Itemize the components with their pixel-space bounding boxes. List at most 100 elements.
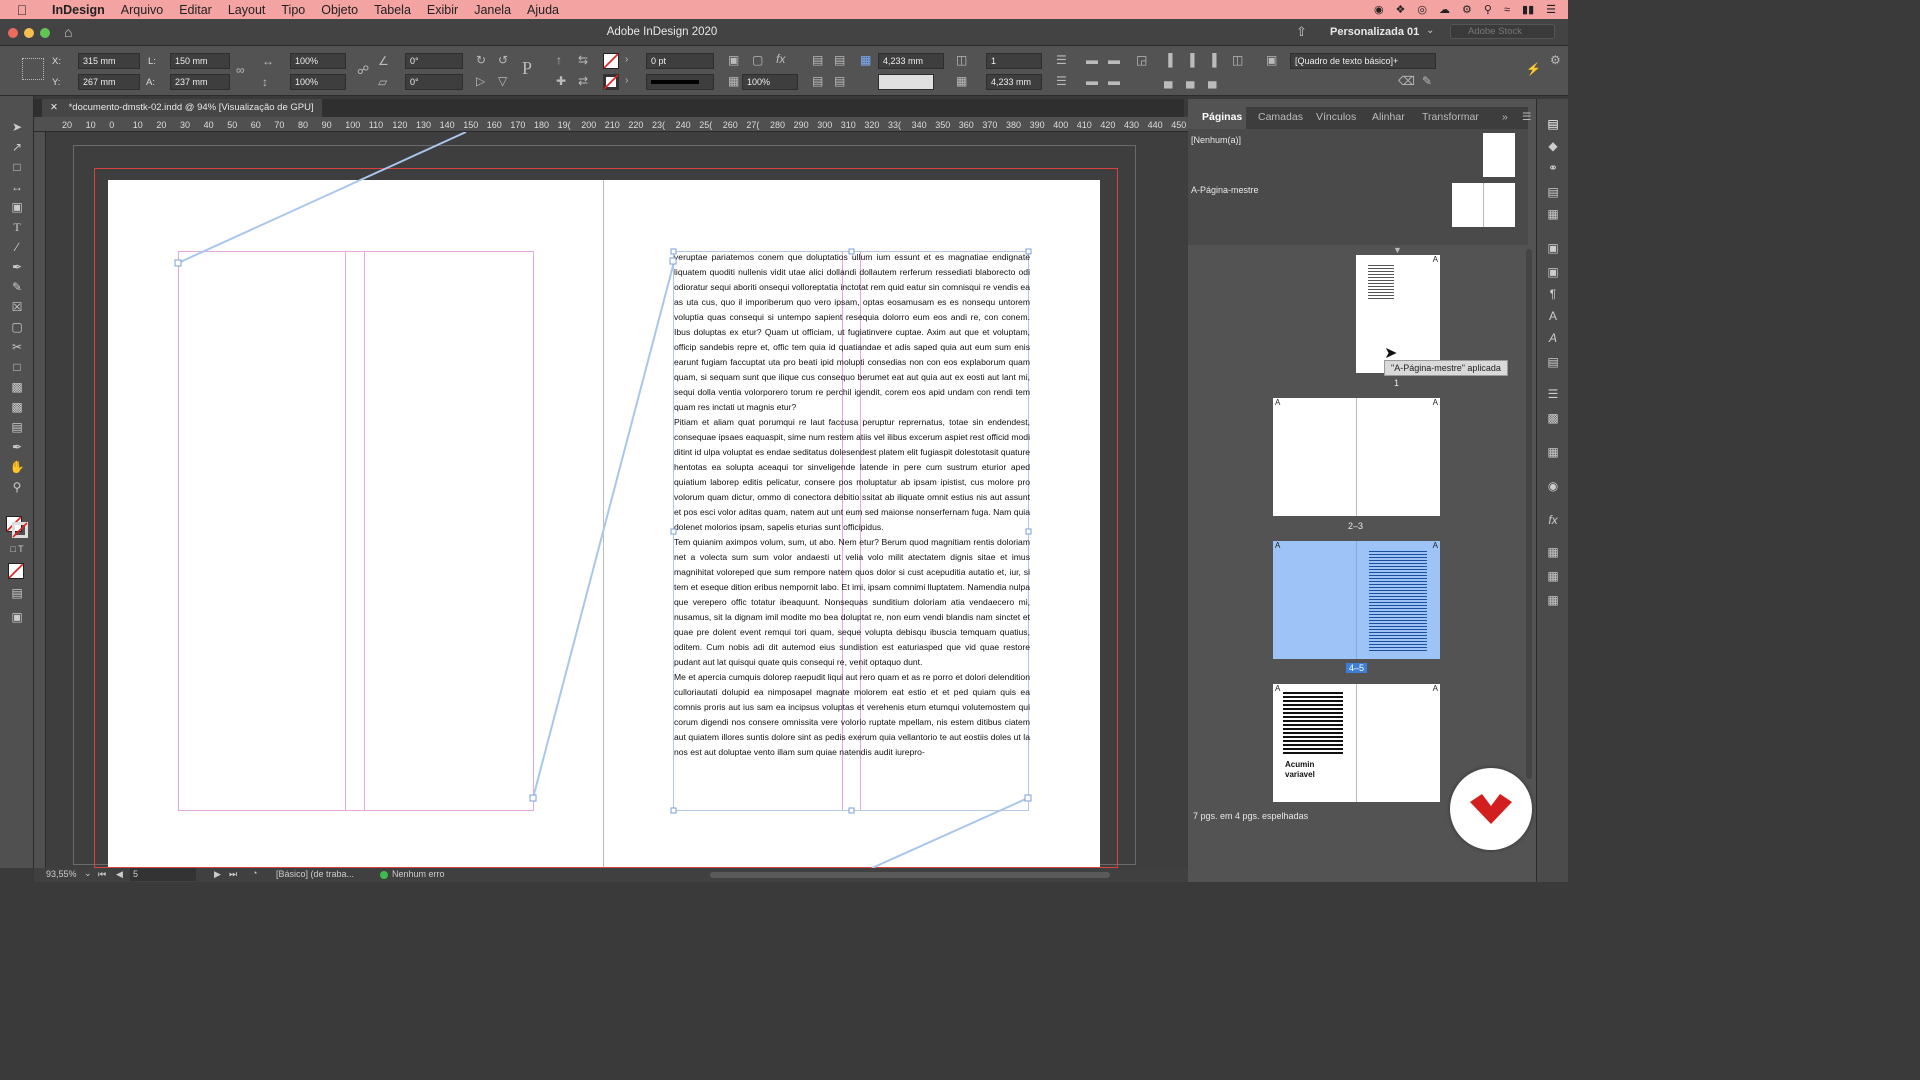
spread-2-3-thumb[interactable]: A A — [1273, 398, 1440, 516]
drop-shadow-icon[interactable]: ▢ — [752, 53, 763, 67]
stroke-swatch[interactable] — [603, 74, 619, 90]
zoom-level[interactable]: 93,55% — [46, 869, 77, 879]
justify-vertical-icon[interactable]: ▤ — [834, 74, 845, 88]
effects-icon[interactable]: fx — [776, 52, 785, 66]
panel-scrollbar[interactable] — [1526, 249, 1532, 779]
preflight-icon[interactable]: ◔ — [252, 868, 257, 878]
gutter-field[interactable]: 4,233 mm — [986, 74, 1042, 90]
align-panel-icon[interactable]: ▤ — [1545, 185, 1561, 201]
auto-fit-icon[interactable]: ◲ — [1136, 53, 1147, 67]
y-field[interactable]: 267 mm — [78, 74, 140, 90]
gradient-panel-icon[interactable]: ▩ — [1545, 411, 1561, 427]
stroke-panel-icon[interactable]: ☰ — [1545, 387, 1561, 403]
rotation-field[interactable]: 0° — [405, 53, 463, 69]
swatches-panel-icon[interactable]: ▦ — [1545, 445, 1561, 461]
rotate-ccw-icon[interactable]: ↺ — [498, 53, 508, 67]
scale-y-field[interactable]: 100% — [290, 74, 346, 90]
document-tab[interactable]: ✕ *documento-dmstk-02.indd @ 94% [Visual… — [42, 99, 322, 117]
hand-tool-icon[interactable]: ✋ — [8, 460, 26, 476]
fitting-icon[interactable]: ▣ — [728, 53, 739, 67]
empty-text-frame[interactable] — [178, 251, 534, 811]
shear-field[interactable]: 0° — [405, 74, 463, 90]
menu-objeto[interactable]: Objeto — [313, 3, 366, 17]
wifi-icon[interactable]: ≈ — [1504, 4, 1510, 16]
spread-4-5-thumb[interactable]: A A — [1273, 541, 1440, 659]
object-style-select[interactable]: [Quadro de texto básico]+ — [1290, 53, 1436, 69]
apply-none-icon[interactable] — [8, 563, 24, 579]
menu-ajuda[interactable]: Ajuda — [519, 3, 567, 17]
text-wrap-1-icon[interactable]: ▬ — [1086, 53, 1098, 67]
note-tool-icon[interactable]: ▤ — [8, 420, 26, 436]
horizontal-ruler[interactable]: 20 10 0 10 20 30 40 50 60 70 80 90 100 110 120 130 140 15… — [34, 117, 1188, 132]
last-page-icon[interactable]: ⏭ — [229, 869, 237, 880]
menu-editar[interactable]: Editar — [171, 3, 220, 17]
vertical-ruler[interactable] — [34, 132, 46, 868]
page-number-field[interactable]: 5 — [130, 868, 196, 881]
apple-icon[interactable]:  — [0, 2, 44, 18]
adobe-stock-search[interactable]: Adobe Stock — [1450, 24, 1555, 39]
select-previous-icon[interactable]: ⇆ — [578, 53, 588, 67]
inset-top-field[interactable]: 4,233 mm — [878, 53, 944, 69]
align-bottom-edges-icon[interactable]: ▄ — [1208, 74, 1217, 88]
master-none-label[interactable]: [Nenhum(a)] — [1191, 135, 1241, 145]
tab-camadas[interactable]: Camadas — [1258, 111, 1303, 123]
height-field[interactable]: 237 mm — [170, 74, 230, 90]
character-panel-icon[interactable]: A — [1545, 309, 1561, 325]
content-collector-icon[interactable]: ▣ — [8, 200, 26, 216]
previous-page-icon[interactable]: ◀ — [116, 869, 123, 880]
align-center-icon[interactable]: ▤ — [834, 53, 845, 67]
type-tool-icon[interactable]: T — [8, 220, 26, 236]
select-container-icon[interactable]: ↑ — [556, 53, 562, 67]
cell-styles-icon[interactable]: ▦ — [1545, 593, 1561, 609]
align-h-centers-icon[interactable]: ▐ — [1186, 53, 1195, 67]
cloud-icon[interactable]: ☁ — [1439, 3, 1450, 16]
text-wrap-panel-icon[interactable]: ▤ — [1545, 355, 1561, 371]
creative-cloud-icon[interactable]: ◎ — [1417, 3, 1427, 16]
chevron-down-icon[interactable]: ⌄ — [1426, 25, 1434, 36]
align-right-edges-icon[interactable]: ▐ — [1208, 53, 1217, 67]
tab-transformar[interactable]: Transformar — [1422, 111, 1479, 123]
view-mode-icon[interactable]: ▣ — [8, 610, 26, 626]
align-to-icon[interactable]: ◫ — [1232, 53, 1243, 67]
menu-tipo[interactable]: Tipo — [273, 3, 313, 17]
page-tool-icon[interactable]: □ — [8, 160, 26, 176]
text-inset-icon[interactable]: ▦ — [860, 53, 871, 67]
table-styles-icon[interactable]: ▦ — [1545, 569, 1561, 585]
align-top-edges-icon[interactable]: ▄ — [1164, 74, 1173, 88]
text-wrap-3-icon[interactable]: ▬ — [1086, 74, 1098, 88]
pasteboard[interactable]: veruptae pariatemos conem que doluptatio… — [46, 132, 1188, 868]
selection-tool-icon[interactable]: ➤ — [8, 120, 26, 136]
control-center-icon[interactable]: ☰ — [1546, 3, 1556, 16]
first-page-icon[interactable]: ⏮ — [98, 869, 106, 880]
menu-tabela[interactable]: Tabela — [366, 3, 419, 17]
clear-overrides-icon[interactable]: ⌫ — [1398, 74, 1415, 88]
tab-alinhar[interactable]: Alinhar — [1372, 111, 1405, 123]
color-panel-icon[interactable]: ◉ — [1545, 479, 1561, 495]
tab-vinculos[interactable]: Vínculos — [1316, 111, 1356, 123]
story-text[interactable]: veruptae pariatemos conem que doluptatio… — [674, 250, 1030, 760]
character-styles-icon[interactable]: ▣ — [1545, 241, 1561, 257]
stroke-chevron-icon[interactable]: › — [625, 75, 628, 86]
panel-collapse-icon[interactable]: » — [1502, 111, 1508, 123]
flip-vertical-icon[interactable]: ▽ — [498, 74, 507, 88]
preflight-status[interactable]: Nenhum erro — [392, 869, 445, 879]
next-page-icon[interactable]: ▶ — [214, 869, 221, 880]
dropbox-icon[interactable]: ❖ — [1396, 3, 1406, 16]
rotate-cw-icon[interactable]: ↻ — [476, 53, 486, 67]
paragraph-panel-icon[interactable]: ¶ — [1545, 287, 1561, 303]
pages-panel-icon[interactable]: ▤ — [1545, 117, 1561, 133]
fill-swatch[interactable] — [603, 53, 619, 69]
align-top-icon[interactable]: ▤ — [812, 53, 823, 67]
width-field[interactable]: 150 mm — [170, 53, 230, 69]
zoom-tool-icon[interactable]: ⚲ — [8, 480, 26, 496]
zoom-chevron-icon[interactable]: ⌄ — [84, 868, 92, 879]
rectangle-tool-icon[interactable]: ▢ — [8, 320, 26, 336]
close-tab-icon[interactable]: ✕ — [50, 102, 58, 113]
share-icon[interactable]: ⇧ — [1296, 24, 1307, 40]
eyedropper-tool-icon[interactable]: ✒ — [8, 440, 26, 456]
constrain-proportions-icon[interactable]: ∞ — [236, 63, 245, 77]
select-content-icon[interactable]: ✚ — [556, 74, 566, 88]
reference-point-icon[interactable] — [22, 58, 44, 80]
scissors-tool-icon[interactable]: ✂ — [8, 340, 26, 356]
master-none-thumb[interactable] — [1483, 133, 1515, 177]
